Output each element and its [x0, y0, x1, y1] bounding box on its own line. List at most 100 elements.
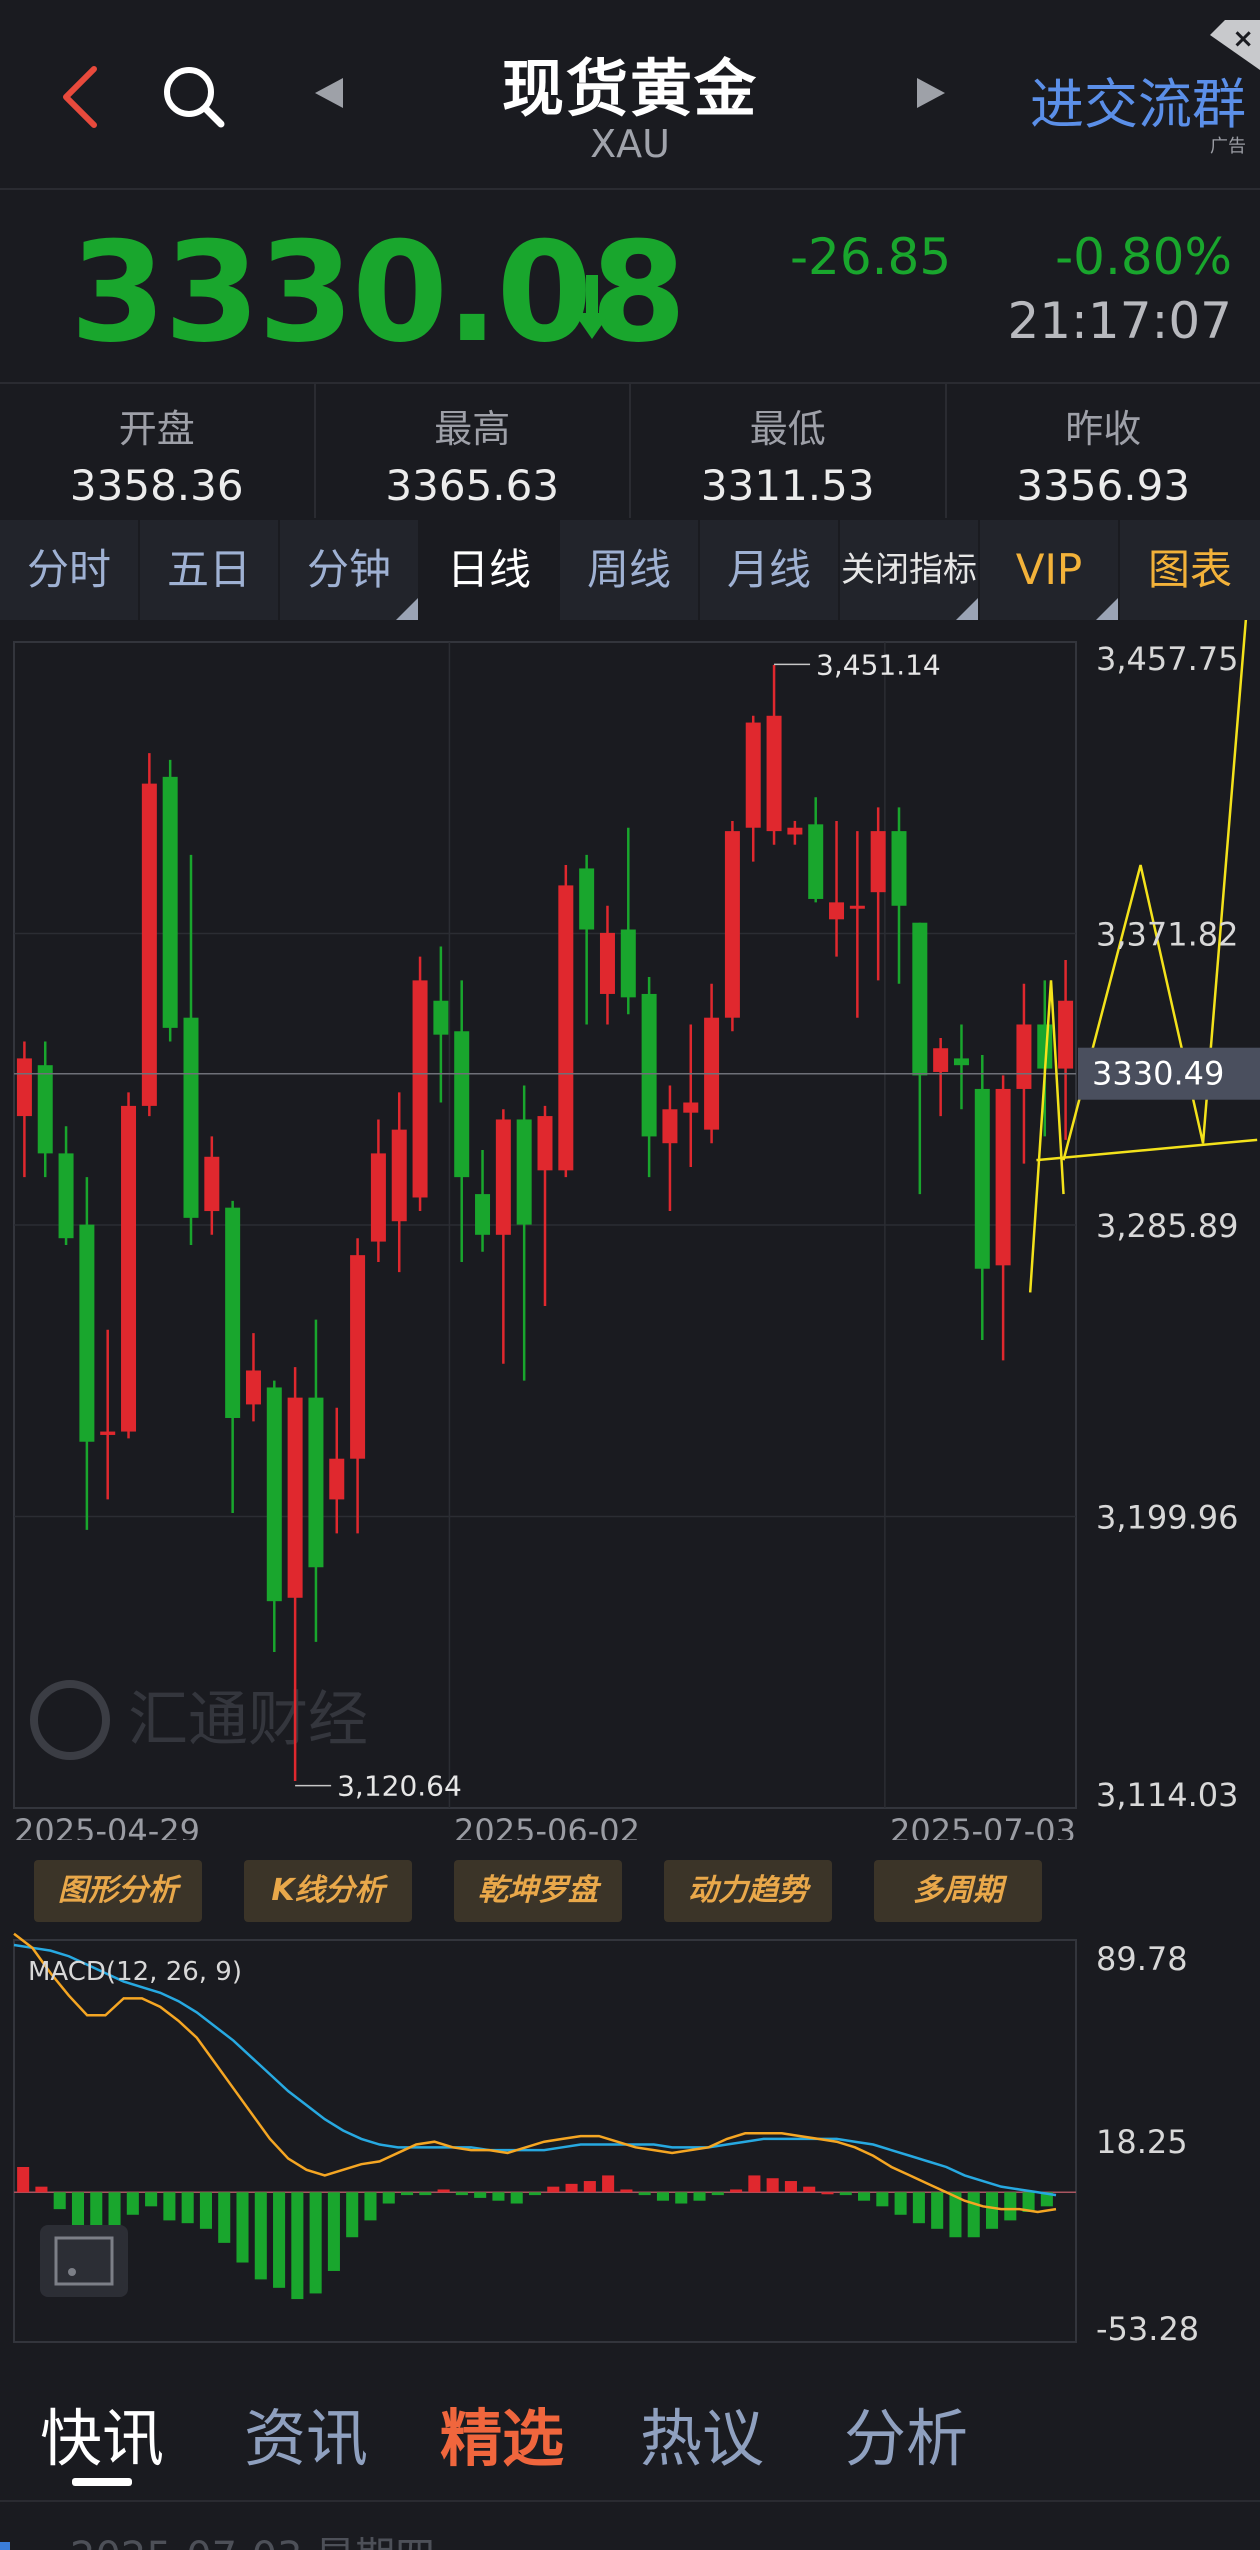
candle-body — [912, 922, 928, 1076]
tab-daily[interactable]: 日线 — [420, 520, 560, 620]
macd-histogram-bar — [236, 2192, 249, 2263]
search-button[interactable] — [155, 58, 235, 138]
macd-histogram-bar — [126, 2192, 139, 2215]
candle-body — [204, 1156, 220, 1212]
candle-body — [1058, 1000, 1074, 1069]
price-change-percent: -0.80% — [1055, 228, 1232, 286]
tab-intraday[interactable]: 分时 — [0, 520, 140, 620]
macd-chart-svg: 89.78 18.25 -53.28 MACD(12, 26, 9) — [13, 1932, 1199, 2348]
period-tabs: 分时 五日 分钟 日线 周线 月线 关闭指标 VIP 图表 — [0, 520, 1260, 620]
candle-body — [870, 831, 886, 893]
macd-histogram-bar — [401, 2192, 414, 2196]
candle-body — [766, 715, 782, 832]
macd-histogram-bar — [291, 2192, 304, 2300]
macd-histogram-bar — [419, 2192, 432, 2196]
candle-body — [891, 831, 907, 906]
macd-histogram-bar — [181, 2192, 194, 2224]
tab-weekly[interactable]: 周线 — [560, 520, 700, 620]
macd-histogram-bar — [693, 2192, 706, 2201]
macd-histogram-bar — [839, 2192, 852, 2196]
candlestick-chart[interactable]: 汇通财经 3,451.14 3,120.64 3,457.75 3,371.82 3,2… — [0, 532, 1260, 1850]
y-axis-tick-label: 3,371.82 — [1096, 916, 1239, 954]
macd-histogram-bar — [528, 2192, 542, 2196]
tab-flash-news[interactable]: 快讯 — [40, 2388, 164, 2478]
candle-body — [475, 1194, 491, 1235]
macd-histogram-bar — [711, 2192, 724, 2196]
candle-body — [974, 1088, 990, 1269]
tool-kline-analysis[interactable]: K线分析 — [244, 1860, 412, 1922]
candle-body — [745, 722, 761, 828]
macd-histogram-bar — [931, 2192, 944, 2229]
candle-body — [724, 831, 740, 1018]
tool-multi-period[interactable]: 多周期 — [874, 1860, 1042, 1922]
search-icon — [164, 67, 225, 128]
tab-close-indicator[interactable]: 关闭指标 — [840, 520, 980, 620]
tab-featured[interactable]: 精选 — [440, 2388, 564, 2478]
tab-vip[interactable]: VIP — [980, 520, 1120, 620]
x-axis-tick-label: 2025-06-02 — [454, 1812, 640, 1840]
stat-label: 最低 — [749, 407, 826, 451]
back-arrow-icon — [63, 66, 97, 128]
macd-histogram-bar — [145, 2192, 158, 2207]
tab-monthly[interactable]: 月线 — [700, 520, 840, 620]
macd-histogram-bar — [35, 2186, 48, 2193]
y-axis-tick-label: 3,199.96 — [1096, 1499, 1239, 1537]
candle-body — [433, 1000, 449, 1035]
candle-body — [599, 932, 615, 994]
tab-label: VIP — [1015, 545, 1083, 594]
news-date: 2025-07-03 星期四 — [70, 2524, 435, 2550]
tab-five-day[interactable]: 五日 — [140, 520, 280, 620]
back-button[interactable] — [50, 55, 120, 135]
prev-symbol-button[interactable] — [305, 68, 355, 118]
candle-body — [391, 1129, 407, 1222]
candle-body — [16, 1058, 32, 1117]
fullscreen-button[interactable] — [40, 2225, 128, 2297]
watermark: 汇通财经 — [30, 1680, 368, 1760]
quote-time: 21:17:07 — [1007, 292, 1232, 350]
macd-y-axis-label: 89.78 — [1096, 1940, 1188, 1978]
trend-drawings — [1028, 532, 1258, 1293]
tab-news[interactable]: 资讯 — [244, 2388, 368, 2478]
tool-pattern-analysis[interactable]: 图形分析 — [34, 1860, 202, 1922]
candle-body — [183, 1017, 199, 1218]
tab-analysis[interactable]: 分析 — [844, 2388, 968, 2478]
candle-body — [245, 1370, 261, 1405]
watermark-logo-icon — [30, 1680, 110, 1760]
stat-label: 昨收 — [1065, 407, 1142, 451]
low-marker-label: 3,120.64 — [337, 1770, 462, 1803]
analysis-tools: 图形分析 K线分析 乾坤罗盘 动力趋势 多周期 — [0, 1860, 1260, 1924]
page-title: 现货黄金 — [501, 52, 758, 125]
x-axis-tick-label: 2025-07-03 — [890, 1812, 1076, 1840]
tool-compass[interactable]: 乾坤罗盘 — [454, 1860, 622, 1922]
candle-body — [266, 1387, 282, 1602]
tab-minute[interactable]: 分钟 — [280, 520, 420, 620]
macd-histogram-bar — [218, 2192, 231, 2243]
tool-momentum[interactable]: 动力趋势 — [664, 1860, 832, 1922]
candle-body — [121, 1105, 137, 1432]
header: 现货黄金 XAU 进交流群 广告 × — [0, 0, 1260, 190]
tab-chart[interactable]: 图表 — [1120, 520, 1260, 620]
macd-chart[interactable]: 89.78 18.25 -53.28 MACD(12, 26, 9) — [0, 1930, 1260, 2350]
candle-body — [516, 1119, 532, 1225]
candle-body — [141, 783, 157, 1106]
stat-open: 开盘 3358.36 — [0, 384, 316, 518]
candle-body — [537, 1116, 553, 1171]
news-date-strip: 2025-07-03 星期四 — [0, 2500, 1260, 2550]
candle-body — [662, 1109, 678, 1144]
candle-body — [58, 1153, 74, 1239]
join-group-ad-link[interactable]: 进交流群 — [1030, 60, 1246, 139]
tab-discussion[interactable]: 热议 — [640, 2388, 764, 2478]
macd-histogram-bar — [547, 2186, 560, 2193]
candle-body — [829, 902, 845, 920]
macd-histogram-bar — [437, 2189, 450, 2193]
macd-histogram-bar — [675, 2192, 688, 2204]
dropdown-corner-icon — [1096, 598, 1118, 620]
macd-histogram-bar — [382, 2192, 395, 2204]
macd-histogram-bar — [730, 2189, 743, 2193]
candle-body — [225, 1207, 241, 1418]
next-symbol-button[interactable] — [905, 68, 955, 118]
candle-body — [308, 1397, 324, 1568]
macd-histogram-bar — [108, 2192, 121, 2227]
close-icon: × — [1232, 24, 1254, 54]
candle-body — [287, 1397, 303, 1598]
